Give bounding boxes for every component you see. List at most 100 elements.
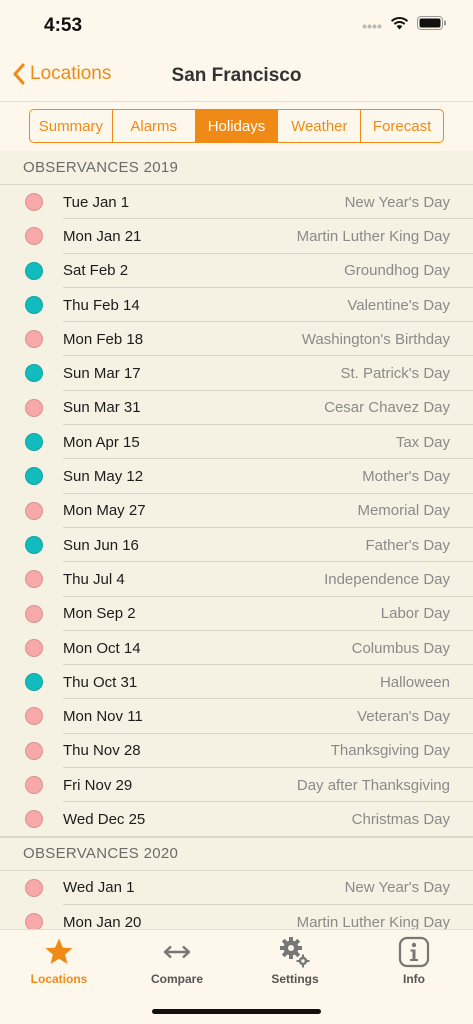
holiday-row[interactable]: Mon Jan 20 Martin Luther King Day (0, 905, 473, 929)
tab-compare[interactable]: Compare (127, 936, 227, 988)
tab-label: Locations (30, 972, 88, 986)
holiday-name: Groundhog Day (344, 262, 450, 280)
holiday-date: Mon Apr 15 (63, 433, 140, 451)
tab-locations[interactable]: Locations (9, 936, 109, 988)
signal-icon (362, 24, 382, 29)
holiday-row[interactable]: Mon Oct 14 Columbus Day (0, 631, 473, 666)
holiday-date: Sun May 12 (63, 468, 144, 486)
segment-holidays[interactable]: Holidays (195, 110, 279, 142)
holiday-date: Sun Jun 16 (63, 536, 139, 554)
holiday-row[interactable]: Tue Jan 1 New Year's Day (0, 185, 473, 220)
holiday-name: Independence Day (324, 570, 450, 588)
section-header: OBSERVANCES 2019 (0, 151, 473, 185)
tab-label: Compare (150, 972, 203, 986)
holiday-row[interactable]: Thu Feb 14 Valentine's Day (0, 288, 473, 323)
row-separator (0, 835, 473, 837)
holiday-status-dot (25, 673, 43, 692)
holiday-row[interactable]: Sun May 12 Mother's Day (0, 459, 473, 494)
holiday-name: Veteran's Day (357, 708, 450, 726)
holiday-row[interactable]: Fri Nov 29 Day after Thanksgiving (0, 768, 473, 803)
tab-info[interactable]: Info (364, 936, 464, 988)
holiday-date: Thu Jul 4 (63, 570, 125, 588)
holiday-name: Halloween (379, 673, 450, 691)
holiday-name: Tax Day (395, 433, 450, 451)
holiday-status-dot (25, 364, 43, 383)
holiday-name: Thanksgiving Day (330, 742, 450, 760)
holiday-name: Cesar Chavez Day (324, 399, 450, 417)
holiday-date: Mon Oct 14 (63, 639, 141, 657)
holiday-row[interactable]: Wed Dec 25 Christmas Day (0, 802, 473, 837)
holiday-date: Mon Jan 21 (63, 227, 142, 245)
holiday-date: Mon Feb 18 (63, 330, 144, 348)
holiday-name: Martin Luther King Day (296, 227, 450, 245)
holiday-name: New Year's Day (344, 879, 450, 897)
holiday-name: St. Patrick's Day (340, 365, 450, 383)
holiday-status-dot (25, 433, 43, 452)
holiday-name: Valentine's Day (347, 296, 450, 314)
holiday-name: New Year's Day (344, 193, 450, 211)
holiday-date: Tue Jan 1 (63, 193, 130, 211)
holiday-date: Mon Sep 2 (63, 605, 136, 623)
holiday-status-dot (25, 261, 43, 280)
holiday-name: Columbus Day (351, 639, 450, 657)
holiday-row[interactable]: Thu Oct 31 Halloween (0, 665, 473, 700)
status-time: 4:53 (44, 15, 83, 36)
holiday-status-dot (25, 912, 43, 929)
holiday-date: Sat Feb 2 (63, 262, 129, 280)
holiday-status-dot (25, 193, 43, 211)
holiday-name: Martin Luther King Day (296, 913, 450, 929)
battery-icon (417, 16, 446, 30)
holiday-name: Labor Day (380, 605, 450, 623)
holiday-row[interactable]: Sun Jun 16 Father's Day (0, 528, 473, 563)
holiday-status-dot (25, 741, 43, 760)
segment-alarms[interactable]: Alarms (113, 110, 196, 142)
holiday-name: Mother's Day (362, 468, 450, 486)
holiday-date: Thu Nov 28 (63, 742, 141, 760)
holiday-list: OBSERVANCES 2019 Tue Jan 1 New Year's Day M… (0, 151, 473, 929)
page-title: San Francisco (171, 65, 302, 86)
holiday-status-dot (25, 878, 43, 897)
holiday-date: Wed Dec 25 (63, 810, 146, 828)
holiday-row[interactable]: Sat Feb 2 Groundhog Day (0, 254, 473, 288)
navigation-bar: Locations San Francisco (0, 50, 473, 102)
segmented-control: Summary Alarms Holidays Weather Forecast (29, 109, 444, 143)
tab-label: Settings (271, 972, 319, 986)
holiday-date: Sun Mar 31 (63, 399, 141, 417)
holiday-status-dot (25, 227, 43, 246)
holiday-row[interactable]: Sun Mar 17 St. Patrick's Day (0, 356, 473, 391)
holiday-status-dot (25, 810, 43, 829)
holiday-row[interactable]: Thu Jul 4 Independence Day (0, 562, 473, 597)
segment-summary[interactable]: Summary (30, 110, 113, 142)
holiday-row[interactable]: Wed Jan 1 New Year's Day (0, 871, 473, 905)
holiday-date: Fri Nov 29 (63, 776, 133, 794)
holiday-row[interactable]: Mon Nov 11 Veteran's Day (0, 699, 473, 734)
holiday-name: Christmas Day (351, 810, 450, 828)
holiday-status-dot (25, 604, 43, 623)
holiday-row[interactable]: Mon May 27 Memorial Day (0, 494, 473, 528)
holiday-status-dot (25, 330, 43, 349)
holiday-name: Washington's Birthday (301, 330, 450, 348)
holiday-status-dot (25, 535, 43, 554)
holiday-name: Father's Day (365, 536, 450, 554)
status-icons (362, 16, 447, 30)
holiday-row[interactable]: Mon Feb 18 Washington's Birthday (0, 322, 473, 357)
star-icon (45, 938, 73, 964)
home-indicator (152, 1009, 321, 1014)
section-header: OBSERVANCES 2020 (0, 836, 473, 871)
holiday-row[interactable]: Mon Apr 15 Tax Day (0, 425, 473, 460)
info-icon (398, 936, 430, 968)
holiday-row[interactable]: Sun Mar 31 Cesar Chavez Day (0, 391, 473, 426)
segment-weather[interactable]: Weather (278, 110, 362, 142)
holiday-row[interactable]: Mon Sep 2 Labor Day (0, 597, 473, 631)
holiday-date: Thu Feb 14 (63, 296, 140, 314)
tab-settings[interactable]: Settings (245, 936, 345, 988)
holiday-status-dot (25, 776, 43, 795)
holiday-status-dot (25, 570, 43, 589)
holiday-row[interactable]: Mon Jan 21 Martin Luther King Day (0, 219, 473, 254)
holiday-status-dot (25, 398, 43, 417)
holiday-row[interactable]: Thu Nov 28 Thanksgiving Day (0, 734, 473, 769)
holiday-status-dot (25, 638, 43, 657)
segment-forecast[interactable]: Forecast (361, 110, 443, 142)
holiday-status-dot (25, 295, 43, 314)
tab-label: Info (403, 972, 425, 986)
